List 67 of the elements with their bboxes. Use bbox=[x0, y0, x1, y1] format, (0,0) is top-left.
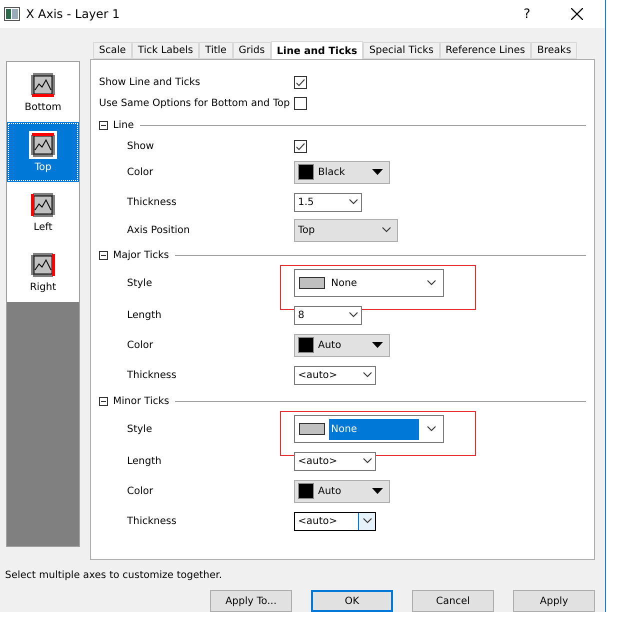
combo-box[interactable]: <auto> bbox=[294, 512, 376, 530]
tab[interactable]: Breaks bbox=[531, 42, 578, 59]
combo-box[interactable]: <auto> bbox=[294, 366, 376, 384]
option-label: Thickness bbox=[126, 516, 178, 526]
option-label: Axis Position bbox=[126, 225, 191, 236]
close-icon[interactable] bbox=[571, 8, 583, 20]
collapse-icon[interactable] bbox=[99, 250, 108, 260]
color-swatch bbox=[298, 483, 314, 499]
checkbox[interactable] bbox=[294, 76, 307, 89]
dropdown-arrow-icon bbox=[372, 169, 383, 175]
color-swatch bbox=[298, 337, 314, 353]
dialog-button[interactable]: Apply bbox=[513, 590, 595, 612]
tick-style-swatch bbox=[299, 423, 325, 435]
option-label: Color bbox=[126, 340, 154, 350]
help-button[interactable]: ? bbox=[507, 6, 547, 22]
axis-graph-icon bbox=[29, 251, 57, 279]
axis-list-item[interactable]: Bottom bbox=[7, 62, 79, 122]
dialog-button[interactable]: OK bbox=[311, 590, 393, 612]
option-label: Color bbox=[126, 486, 154, 496]
status-text: Select multiple axes to customize together. bbox=[4, 569, 224, 583]
axis-graph-icon bbox=[29, 71, 57, 99]
dropdown-arrow-icon bbox=[372, 488, 383, 494]
tab[interactable]: Tick Labels bbox=[132, 42, 200, 59]
color-swatch bbox=[298, 164, 314, 180]
option-label: Thickness bbox=[126, 196, 178, 208]
style-dropdown[interactable]: None bbox=[294, 269, 444, 297]
option-label: Thickness bbox=[126, 370, 178, 380]
collapse-icon[interactable] bbox=[99, 396, 108, 406]
collapse-icon[interactable] bbox=[99, 120, 108, 130]
option-label: Length bbox=[126, 456, 162, 466]
axis-list-item[interactable]: Left bbox=[7, 182, 79, 242]
window-title: X Axis - Layer 1 bbox=[26, 7, 121, 21]
dialog-button[interactable]: Cancel bbox=[412, 590, 494, 612]
combo-box[interactable]: 8 bbox=[294, 306, 362, 324]
option-label: Show bbox=[126, 141, 155, 152]
option-label: Show Line and Ticks bbox=[99, 77, 202, 88]
color-dropdown[interactable]: Auto bbox=[294, 480, 390, 502]
combo-box[interactable]: 1.5 bbox=[294, 192, 362, 212]
dropdown-arrow-icon bbox=[372, 342, 383, 348]
tab[interactable]: Title bbox=[199, 42, 233, 59]
axis-graph-icon bbox=[29, 131, 57, 159]
checkbox[interactable] bbox=[294, 97, 307, 110]
style-dropdown[interactable]: None bbox=[294, 415, 444, 443]
section-title: Major Ticks bbox=[113, 250, 170, 260]
checkbox[interactable] bbox=[294, 140, 307, 153]
color-dropdown[interactable]: Auto bbox=[294, 334, 390, 356]
option-label: Color bbox=[126, 166, 154, 178]
option-label: Style bbox=[126, 278, 154, 288]
tab[interactable]: Grids bbox=[232, 42, 271, 59]
combo-box[interactable]: <auto> bbox=[294, 452, 376, 470]
option-label: Length bbox=[126, 310, 162, 320]
window-app-icon bbox=[4, 7, 20, 21]
section-title: Line bbox=[113, 120, 134, 130]
option-label: Style bbox=[126, 424, 154, 434]
tab[interactable]: Special Ticks bbox=[363, 42, 440, 59]
section-title: Minor Ticks bbox=[113, 396, 170, 406]
tab[interactable]: Reference Lines bbox=[440, 42, 532, 59]
color-dropdown[interactable]: Black bbox=[294, 160, 390, 184]
tick-style-swatch bbox=[299, 277, 325, 289]
tab[interactable]: Scale bbox=[93, 42, 132, 59]
axis-list-item[interactable]: Top bbox=[7, 122, 79, 182]
dropdown-field[interactable]: Top bbox=[294, 219, 398, 242]
option-label: Use Same Options for Bottom and Top bbox=[99, 98, 291, 109]
dialog-button[interactable]: Apply To... bbox=[210, 590, 292, 612]
axis-list-item[interactable]: Right bbox=[7, 242, 79, 302]
tab[interactable]: Line and Ticks bbox=[270, 41, 364, 60]
axis-graph-icon bbox=[29, 191, 57, 219]
